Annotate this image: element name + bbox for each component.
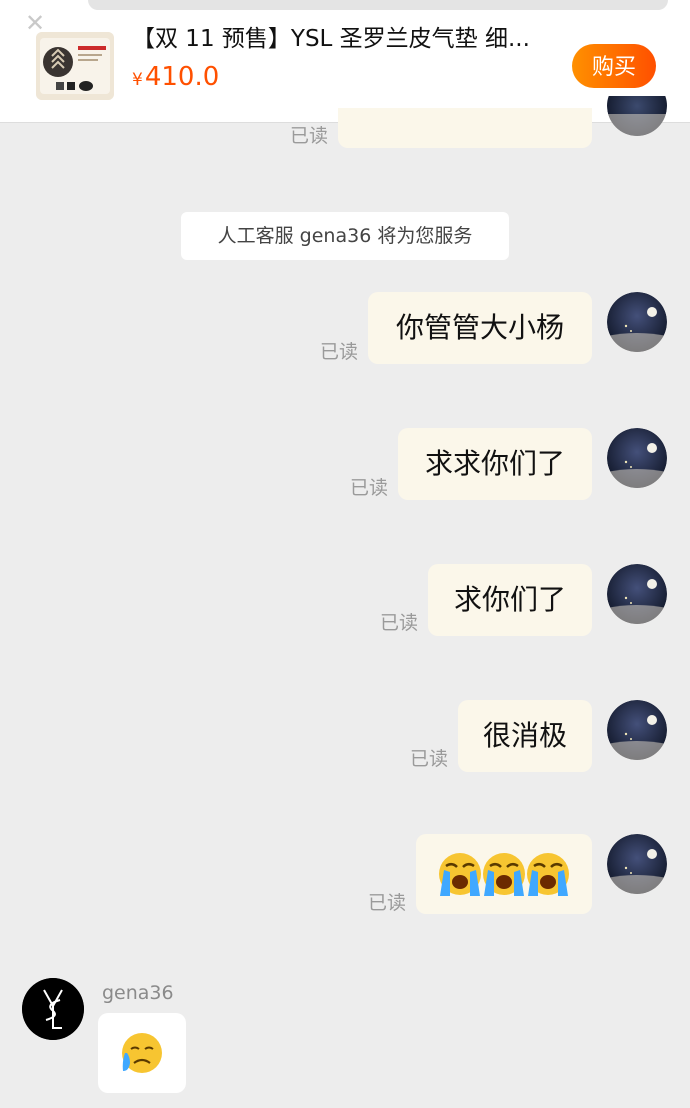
read-status: 已读 [380,612,419,634]
user-avatar[interactable] [607,834,667,894]
product-thumbnail[interactable] [36,32,114,100]
user-avatar[interactable] [607,564,667,624]
product-title[interactable]: 【双 11 预售】YSL 圣罗兰皮气垫 细... [132,24,552,54]
message-bubble-emoji[interactable] [416,834,592,914]
user-avatar[interactable] [607,428,667,488]
loudly-crying-face-icon [439,853,569,896]
agent-name: gena36 [102,982,174,1004]
currency-symbol: ¥ [132,70,143,90]
read-status: 已读 [368,892,407,914]
read-status: 已读 [290,125,329,147]
product-price: ¥410.0 [132,62,219,95]
price-value: 410.0 [144,62,220,92]
buy-button[interactable]: 购买 [572,44,656,88]
message-bubble[interactable]: 求你们了 [428,564,592,636]
agent-avatar[interactable] [22,978,84,1040]
ysl-logo-icon [22,978,84,1040]
search-bar-sliver [88,0,668,10]
close-icon[interactable]: ✕ [22,10,48,36]
crying-face-icon [122,1033,162,1073]
user-avatar[interactable] [607,700,667,760]
read-status: 已读 [350,477,389,499]
user-avatar[interactable] [607,292,667,352]
user-avatar[interactable] [607,96,667,136]
message-bubble-partial [338,108,592,148]
message-bubble[interactable]: 你管管大小杨 [368,292,592,364]
read-status: 已读 [410,748,449,770]
agent-message-bubble[interactable] [98,1013,186,1093]
read-status: 已读 [320,341,359,363]
message-bubble[interactable]: 求求你们了 [398,428,592,500]
product-card[interactable]: ✕ 【双 11 预售】YSL 圣罗兰皮气垫 细... ¥410.0 购买 [0,0,690,123]
system-notice: 人工客服 gena36 将为您服务 [181,212,509,260]
message-bubble[interactable]: 很消极 [458,700,592,772]
